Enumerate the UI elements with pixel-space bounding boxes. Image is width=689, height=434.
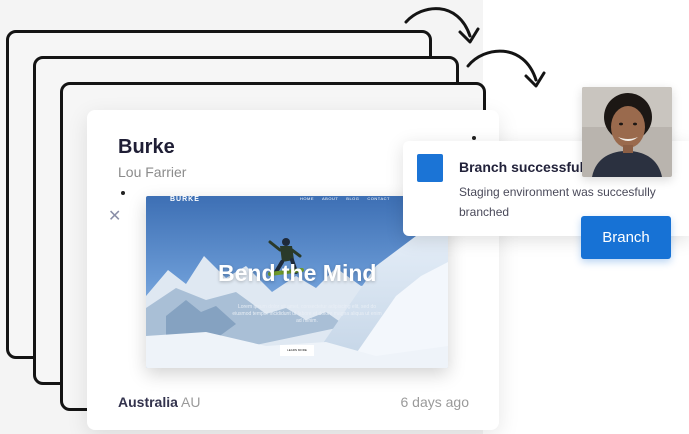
close-icon[interactable]: ✕ xyxy=(108,206,121,226)
preview-cta-button: LEARN MORE xyxy=(280,345,314,356)
toast-title: Branch successful xyxy=(459,159,584,175)
avatar xyxy=(582,87,672,177)
preview-body-text: Lorem ipsum dolor sit amet, consectetur … xyxy=(232,304,382,324)
location-code: AU xyxy=(181,394,201,410)
preview-nav-item: ABOUT xyxy=(322,196,339,201)
location: Australia AU xyxy=(118,394,201,410)
curved-arrow-icon xyxy=(466,49,546,88)
bullet-dot xyxy=(121,191,125,195)
location-name: Australia xyxy=(118,394,178,410)
avatar-portrait xyxy=(582,87,672,177)
status-square-icon xyxy=(417,154,443,182)
preview-nav: HOME ABOUT BLOG CONTACT xyxy=(300,196,390,201)
preview-nav-item: CONTACT xyxy=(367,196,390,201)
preview-brand: BURKE xyxy=(170,196,200,203)
kebab-menu-icon[interactable] xyxy=(472,136,476,140)
branch-button[interactable]: Branch xyxy=(581,216,671,259)
time-ago: 6 days ago xyxy=(400,394,470,410)
preview-headline: Bend the Mind xyxy=(218,260,377,286)
preview-nav-item: BLOG xyxy=(346,196,360,201)
card-subtitle: Lou Farrier xyxy=(118,164,187,180)
card-title: Burke xyxy=(118,136,175,158)
preview-nav-item: HOME xyxy=(300,196,314,201)
